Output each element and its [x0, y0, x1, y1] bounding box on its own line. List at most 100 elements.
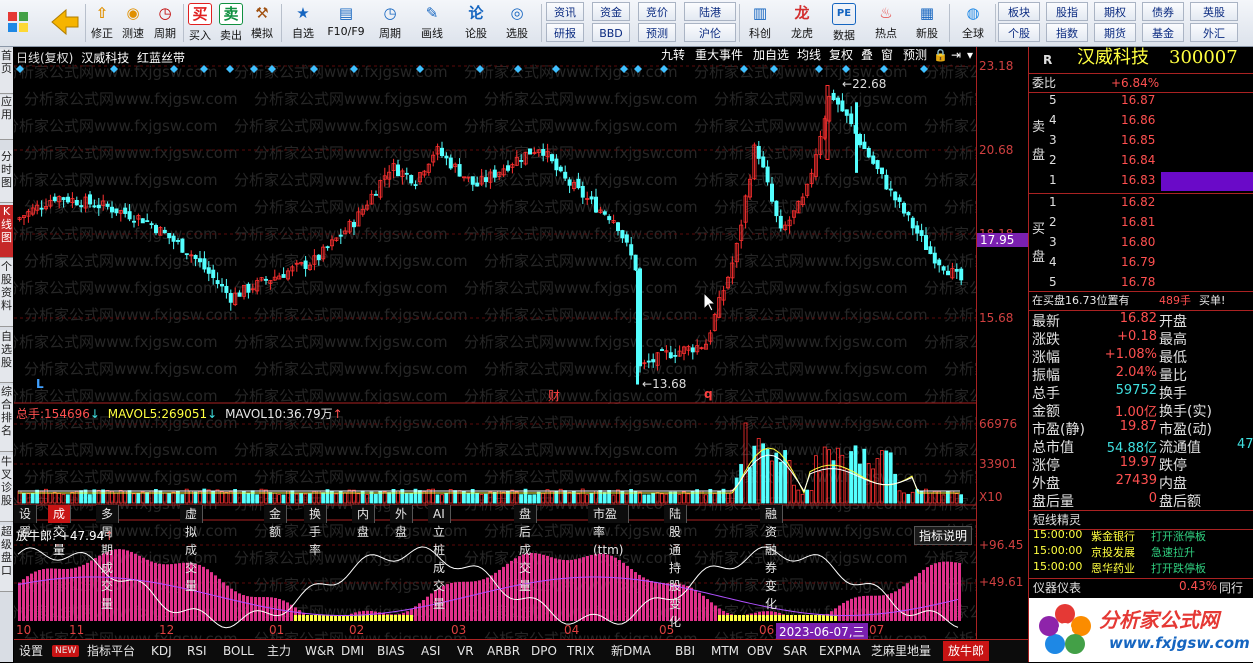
vtab-home[interactable]: 首页: [0, 49, 13, 94]
marker-q[interactable]: q: [704, 387, 713, 401]
indicator-tab-0[interactable]: 设置: [14, 641, 48, 661]
tag-adjust[interactable]: 复权: [827, 47, 855, 64]
quick-funds-button[interactable]: 资金: [592, 2, 630, 21]
quick-indices-button[interactable]: 指数: [1046, 23, 1088, 42]
vtab-super-order-book[interactable]: 超级盘口: [0, 525, 13, 592]
toolbar-item-period[interactable]: ◷ 周期: [370, 2, 410, 44]
volume-tab-5[interactable]: 换手率: [304, 505, 328, 557]
quick-bbd-button[interactable]: BBD: [592, 23, 630, 42]
volume-tab-8[interactable]: AI立桩成交量: [428, 505, 451, 611]
toolbar-item-speedtest[interactable]: ◉ 测速: [118, 2, 148, 44]
quick-auction-button[interactable]: 竞价: [638, 2, 676, 21]
indicator-tab-15[interactable]: 新DMA: [606, 641, 656, 661]
volume-tab-0[interactable]: 设置: [14, 505, 38, 539]
marker-l[interactable]: L: [36, 377, 44, 391]
indicator-tab-11[interactable]: VR: [452, 641, 479, 661]
sprite-row[interactable]: 15:00:00 京投发展 急速拉升: [1029, 544, 1253, 560]
volume-tab-2[interactable]: 多周期成交量: [96, 505, 120, 611]
indicator-tab-19[interactable]: SAR: [778, 641, 812, 661]
volume-tab-6[interactable]: 内盘: [352, 505, 376, 539]
quick-research-button[interactable]: 研报: [546, 23, 584, 42]
quick-stocks-button[interactable]: 个股: [998, 23, 1040, 42]
indicator-tab-18[interactable]: OBV: [742, 641, 778, 661]
volume-tab-11[interactable]: 陆股通持股变化: [664, 505, 688, 629]
indicator-tab-10[interactable]: ASI: [416, 641, 445, 661]
tag-add-watch[interactable]: 加自选: [751, 47, 791, 64]
toolbar-item-f10[interactable]: ▤ F10/F9: [326, 2, 366, 44]
kline-chart-canvas[interactable]: 分析家公式网www.fxjgsw.com 分析家公式网www.fxjgsw.com…: [14, 47, 976, 639]
indicator-tab-13[interactable]: DPO: [526, 641, 562, 661]
quick-forex-button[interactable]: 外汇: [1190, 23, 1238, 42]
tag-ma[interactable]: 均线: [795, 47, 823, 64]
indicator-tab-4[interactable]: RSI: [182, 641, 212, 661]
dropdown-icon[interactable]: ▾: [965, 47, 975, 64]
vtab-ranking[interactable]: 综合排名: [0, 385, 13, 452]
indicator-tab-3[interactable]: KDJ: [146, 641, 177, 661]
indicator-tab-1[interactable]: NEW: [52, 645, 80, 657]
toolbar-item-draw[interactable]: ✎ 画线: [413, 2, 451, 44]
toolbar-item-stock-select[interactable]: ◎ 选股: [498, 2, 536, 44]
indicator-tab-2[interactable]: 指标平台: [82, 641, 140, 661]
vtab-stock-profile[interactable]: 个股资料: [0, 260, 13, 327]
toolbar-item-sell[interactable]: 卖 卖出: [216, 2, 246, 44]
quick-sector-button[interactable]: 板块: [998, 2, 1040, 21]
vtab-watchlist[interactable]: 自选股: [0, 330, 13, 383]
volume-tab-3[interactable]: 虚拟成交量: [180, 505, 204, 593]
lock-icon[interactable]: 🔒: [931, 47, 950, 64]
peer-tab[interactable]: 同行: [1219, 579, 1243, 596]
quick-index-futures-button[interactable]: 股指: [1046, 2, 1088, 21]
quick-options-button[interactable]: 期权: [1094, 2, 1136, 21]
indicator-tab-20[interactable]: EXPMA: [814, 641, 866, 661]
quick-shlondon-button[interactable]: 沪伦: [684, 23, 736, 42]
quick-futures-button[interactable]: 期货: [1094, 23, 1136, 42]
volume-tab-4[interactable]: 金额: [264, 505, 288, 539]
toolbar-item-ipo[interactable]: ▦ 新股: [908, 2, 946, 44]
tag-nine-turn[interactable]: 九转: [659, 47, 687, 64]
vtab-diagnosis[interactable]: 牛叉诊股: [0, 455, 13, 522]
toolbar-item-data[interactable]: PE 数据: [825, 2, 863, 44]
toolbar-item-dragon[interactable]: 龙 龙虎: [783, 2, 821, 44]
indicator-tab-8[interactable]: DMI: [336, 641, 369, 661]
indicator-tab-22[interactable]: 放牛郎: [943, 641, 990, 661]
indicator-tab-9[interactable]: BIAS: [372, 641, 410, 661]
indicator-tab-6[interactable]: 主力: [262, 641, 296, 661]
quick-forecast-button[interactable]: 预测: [638, 23, 676, 42]
toolbar-item-fix[interactable]: ⇧ 修正: [87, 2, 117, 44]
volume-tab-9[interactable]: 盘后成交量: [514, 505, 538, 593]
chart-area[interactable]: 分析家公式网www.fxjgsw.com 分析家公式网www.fxjgsw.com…: [14, 47, 976, 640]
sprite-row[interactable]: 15:00:00 紫金银行 打开涨停板: [1029, 528, 1253, 544]
tag-window[interactable]: 窗: [879, 47, 895, 64]
toolbar-item-star-market[interactable]: ▥ 科创: [741, 2, 779, 44]
sprite-row[interactable]: 15:00:00 恩华药业 打开跌停板: [1029, 560, 1253, 576]
volume-tab-1[interactable]: 成交量: [48, 505, 72, 557]
tag-forecast[interactable]: 预测: [901, 47, 929, 64]
toolbar-item-global[interactable]: ◍ 全球: [953, 2, 993, 44]
volume-tab-7[interactable]: 外盘: [390, 505, 414, 539]
expand-icon[interactable]: ⇥: [949, 47, 963, 64]
indicator-tab-5[interactable]: BOLL: [218, 641, 259, 661]
volume-tab-10[interactable]: 市盈率(ttm): [588, 505, 630, 557]
back-arrow-icon[interactable]: [44, 2, 84, 44]
tag-major-event[interactable]: 重大事件: [693, 47, 745, 64]
quick-funds2-button[interactable]: 基金: [1142, 23, 1184, 42]
toolbar-item-hot[interactable]: ♨ 热点: [867, 2, 905, 44]
indicator-tab-7[interactable]: W&R: [300, 641, 340, 661]
quick-bonds-button[interactable]: 债券: [1142, 2, 1184, 21]
volume-tab-12[interactable]: 融资融券变化: [760, 505, 784, 611]
indicator-tab-12[interactable]: ARBR: [482, 641, 525, 661]
quick-hk-button[interactable]: 陆港: [684, 2, 736, 21]
toolbar-item-buy[interactable]: 买 买入: [185, 2, 215, 44]
vtab-kline[interactable]: K线图: [0, 205, 13, 258]
toolbar-item-watchlist[interactable]: ★ 自选: [284, 2, 322, 44]
vtab-intraday[interactable]: 分时图: [0, 150, 13, 203]
vtab-apps[interactable]: 应用: [0, 95, 13, 140]
marker-finance[interactable]: 财: [548, 387, 560, 404]
quick-uk-stocks-button[interactable]: 英股: [1190, 2, 1238, 21]
quick-news-button[interactable]: 资讯: [546, 2, 584, 21]
toolbar-item-clock[interactable]: ◷ 周期: [150, 2, 180, 44]
toolbar-item-forum[interactable]: 论 论股: [457, 2, 495, 44]
indicator-tab-17[interactable]: MTM: [706, 641, 744, 661]
indicator-tab-16[interactable]: BBI: [670, 641, 700, 661]
indicator-tab-21[interactable]: 芝麻里地量: [866, 641, 936, 661]
indicator-tab-14[interactable]: TRIX: [562, 641, 599, 661]
